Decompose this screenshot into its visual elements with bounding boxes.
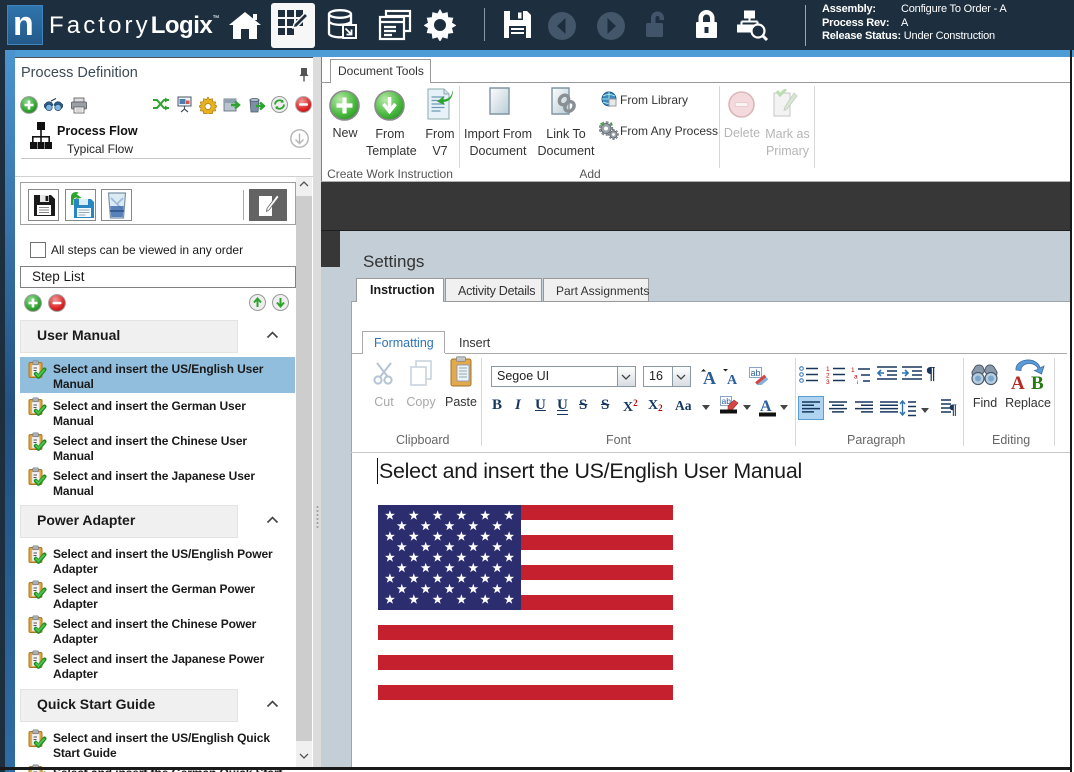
svg-text:A: A — [1011, 373, 1025, 390]
svg-text:B: B — [1031, 373, 1044, 390]
svg-text:i: i — [857, 380, 858, 384]
svg-text:3: 3 — [826, 379, 830, 384]
svg-text:¶: ¶ — [949, 402, 957, 416]
svg-text:ab: ab — [751, 368, 761, 378]
svg-text:A: A — [727, 373, 738, 385]
svg-text:A: A — [760, 398, 772, 415]
svg-text:A: A — [703, 368, 716, 385]
